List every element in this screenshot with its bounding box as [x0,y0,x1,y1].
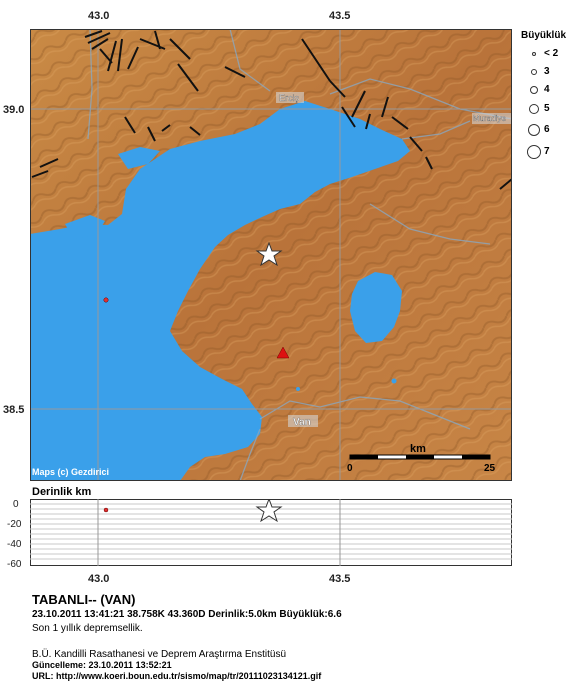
scale-start: 0 [347,463,353,474]
legend-dot [530,86,538,94]
legend-item-3: 3 [522,64,578,82]
legend-dot [532,52,536,56]
top-tick-43-5: 43.5 [329,10,351,22]
depth-recent-dot[interactable] [103,507,109,513]
institute-name: B.Ü. Kandilli Rasathanesi ve Deprem Araş… [32,649,286,660]
depth-title: Derinlik km [32,486,92,498]
depth-tick-20: -20 [7,519,22,530]
place-muradiye: Muradiye [473,114,506,123]
recent-event-dot[interactable] [103,297,109,303]
legend-dot [527,145,541,159]
depth-panel[interactable] [30,499,512,566]
update-time: Güncelleme: 23.10.2011 13:52:21 [32,660,172,670]
legend-dot [529,104,539,114]
event-subtitle: Son 1 yıllık depremsellik. [32,623,143,634]
map-panel[interactable]: Erciş Muradiye Van Maps (c) Gezdirici km… [30,29,512,481]
legend-dot [531,69,537,75]
scale-end: 25 [484,463,496,474]
place-van: Van [293,417,311,428]
depth-tick-40: -40 [7,539,22,550]
legend-item-6: 6 [522,122,578,140]
scale-bar [349,454,491,460]
legend-dot [528,124,540,136]
legend-item-lt2: < 2 [522,46,578,64]
map-attribution: Maps (c) Gezdirici [32,467,109,477]
legend-title: Büyüklük [521,30,567,41]
depth-tick-0: 0 [13,499,19,510]
legend-item-7: 7 [522,144,578,162]
top-tick-43-0: 43.0 [88,10,110,22]
place-ercis: Erciş [279,93,299,103]
left-tick-39-0: 39.0 [3,104,25,116]
bottom-tick-43-0: 43.0 [88,573,110,585]
depth-tick-60: -60 [7,559,22,570]
bottom-tick-43-5: 43.5 [329,573,351,585]
scale-unit: km [410,443,426,455]
legend-item-4: 4 [522,82,578,100]
left-tick-38-5: 38.5 [3,404,25,416]
source-url[interactable]: URL: http://www.koeri.boun.edu.tr/sismo/… [32,671,321,681]
event-title: TABANLI-- (VAN) [32,592,136,607]
legend-item-5: 5 [522,101,578,119]
event-details: 23.10.2011 13:41:21 38.758K 43.360D Deri… [32,609,342,620]
